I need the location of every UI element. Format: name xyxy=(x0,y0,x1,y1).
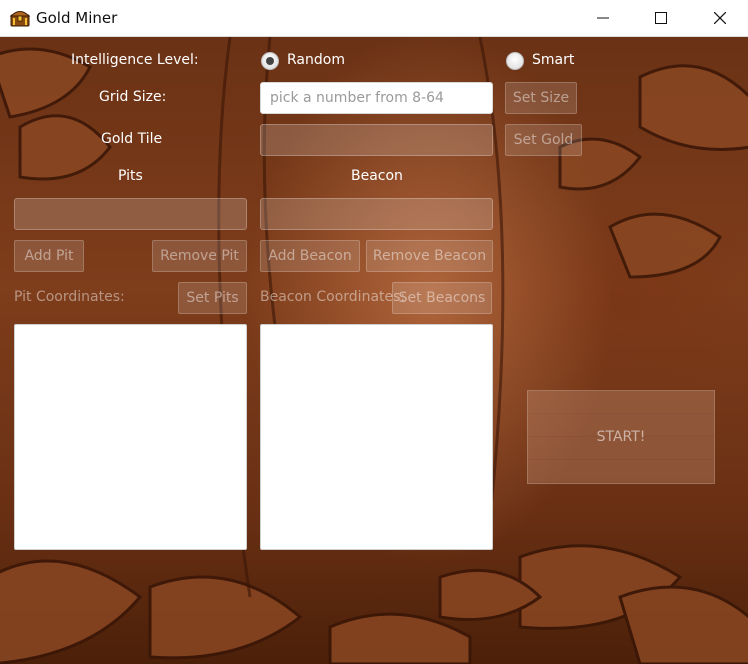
intelligence-level-label: Intelligence Level: xyxy=(71,52,199,68)
grid-size-input[interactable]: pick a number from 8-64 xyxy=(260,82,493,114)
close-icon xyxy=(714,12,726,24)
maximize-button[interactable] xyxy=(638,0,684,36)
beacon-coordinates-label: Beacon Coordinates: xyxy=(260,289,406,305)
smart-option-label[interactable]: Smart xyxy=(532,52,574,68)
maximize-icon xyxy=(655,12,667,24)
set-pits-button[interactable]: Set Pits xyxy=(178,282,247,314)
pits-heading: Pits xyxy=(118,168,143,184)
minimize-button[interactable] xyxy=(580,0,626,36)
pit-coordinates-label: Pit Coordinates: xyxy=(14,289,125,305)
remove-beacon-button[interactable]: Remove Beacon xyxy=(366,240,493,272)
window-title: Gold Miner xyxy=(36,9,118,27)
minimize-icon xyxy=(597,17,609,19)
add-beacon-button[interactable]: Add Beacon xyxy=(260,240,360,272)
beacon-input[interactable] xyxy=(260,198,493,230)
treasure-chest-icon xyxy=(10,11,30,27)
random-radio[interactable] xyxy=(261,52,279,70)
set-size-button[interactable]: Set Size xyxy=(505,82,577,114)
cave-background: Intelligence Level: Random Smart Grid Si… xyxy=(0,37,748,664)
add-pit-button[interactable]: Add Pit xyxy=(14,240,84,272)
random-option-label[interactable]: Random xyxy=(287,52,345,68)
grid-size-placeholder: pick a number from 8-64 xyxy=(270,90,444,106)
title-bar: Gold Miner xyxy=(0,0,748,37)
pit-coordinates-list[interactable] xyxy=(14,324,247,550)
start-button[interactable]: START! xyxy=(527,390,715,484)
pit-input[interactable] xyxy=(14,198,247,230)
grid-size-label: Grid Size: xyxy=(99,89,167,105)
beacon-coordinates-list[interactable] xyxy=(260,324,493,550)
gold-tile-input[interactable] xyxy=(260,124,493,156)
gold-tile-label: Gold Tile xyxy=(101,131,163,147)
set-gold-button[interactable]: Set Gold xyxy=(505,124,582,156)
close-button[interactable] xyxy=(697,0,743,36)
smart-radio[interactable] xyxy=(506,52,524,70)
remove-pit-button[interactable]: Remove Pit xyxy=(152,240,247,272)
set-beacons-button[interactable]: Set Beacons xyxy=(392,282,492,314)
radio-selected-dot xyxy=(266,57,274,65)
beacon-heading: Beacon xyxy=(351,168,403,184)
